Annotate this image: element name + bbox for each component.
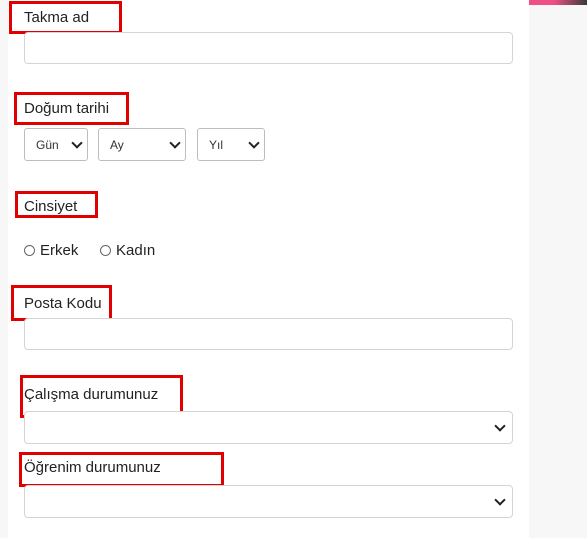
employment-label: Çalışma durumunuz [24, 386, 159, 403]
birthdate-label: Doğum tarihi [24, 100, 110, 117]
chevron-down-icon [248, 136, 260, 149]
gender-option-male-label: Erkek [40, 242, 79, 259]
birth-day-select-value: Gün [36, 137, 59, 152]
gender-option-female-label: Kadın [116, 242, 156, 259]
chevron-down-icon [71, 136, 83, 149]
gender-label: Cinsiyet [24, 198, 78, 215]
radio-unchecked-icon[interactable] [24, 245, 35, 256]
nickname-label: Takma ad [24, 9, 90, 26]
chevron-down-icon [494, 493, 506, 506]
nickname-input[interactable] [24, 32, 513, 64]
chevron-down-icon [494, 419, 506, 432]
birth-month-select-value: Ay [110, 137, 124, 152]
gender-option-female[interactable]: Kadın [100, 242, 155, 259]
education-select[interactable] [24, 485, 513, 518]
gender-option-male[interactable]: Erkek [24, 242, 78, 259]
birth-year-select[interactable]: Yıl [197, 128, 265, 161]
employment-select[interactable] [24, 411, 513, 444]
postal-code-label: Posta Kodu [24, 295, 102, 312]
postal-code-input[interactable] [24, 318, 513, 350]
chevron-down-icon [169, 136, 181, 149]
education-label: Öğrenim durumunuz [24, 459, 161, 476]
radio-unchecked-icon[interactable] [100, 245, 111, 256]
birth-month-select[interactable]: Ay [98, 128, 186, 161]
birth-day-select[interactable]: Gün [24, 128, 88, 161]
birth-year-select-value: Yıl [209, 137, 224, 152]
